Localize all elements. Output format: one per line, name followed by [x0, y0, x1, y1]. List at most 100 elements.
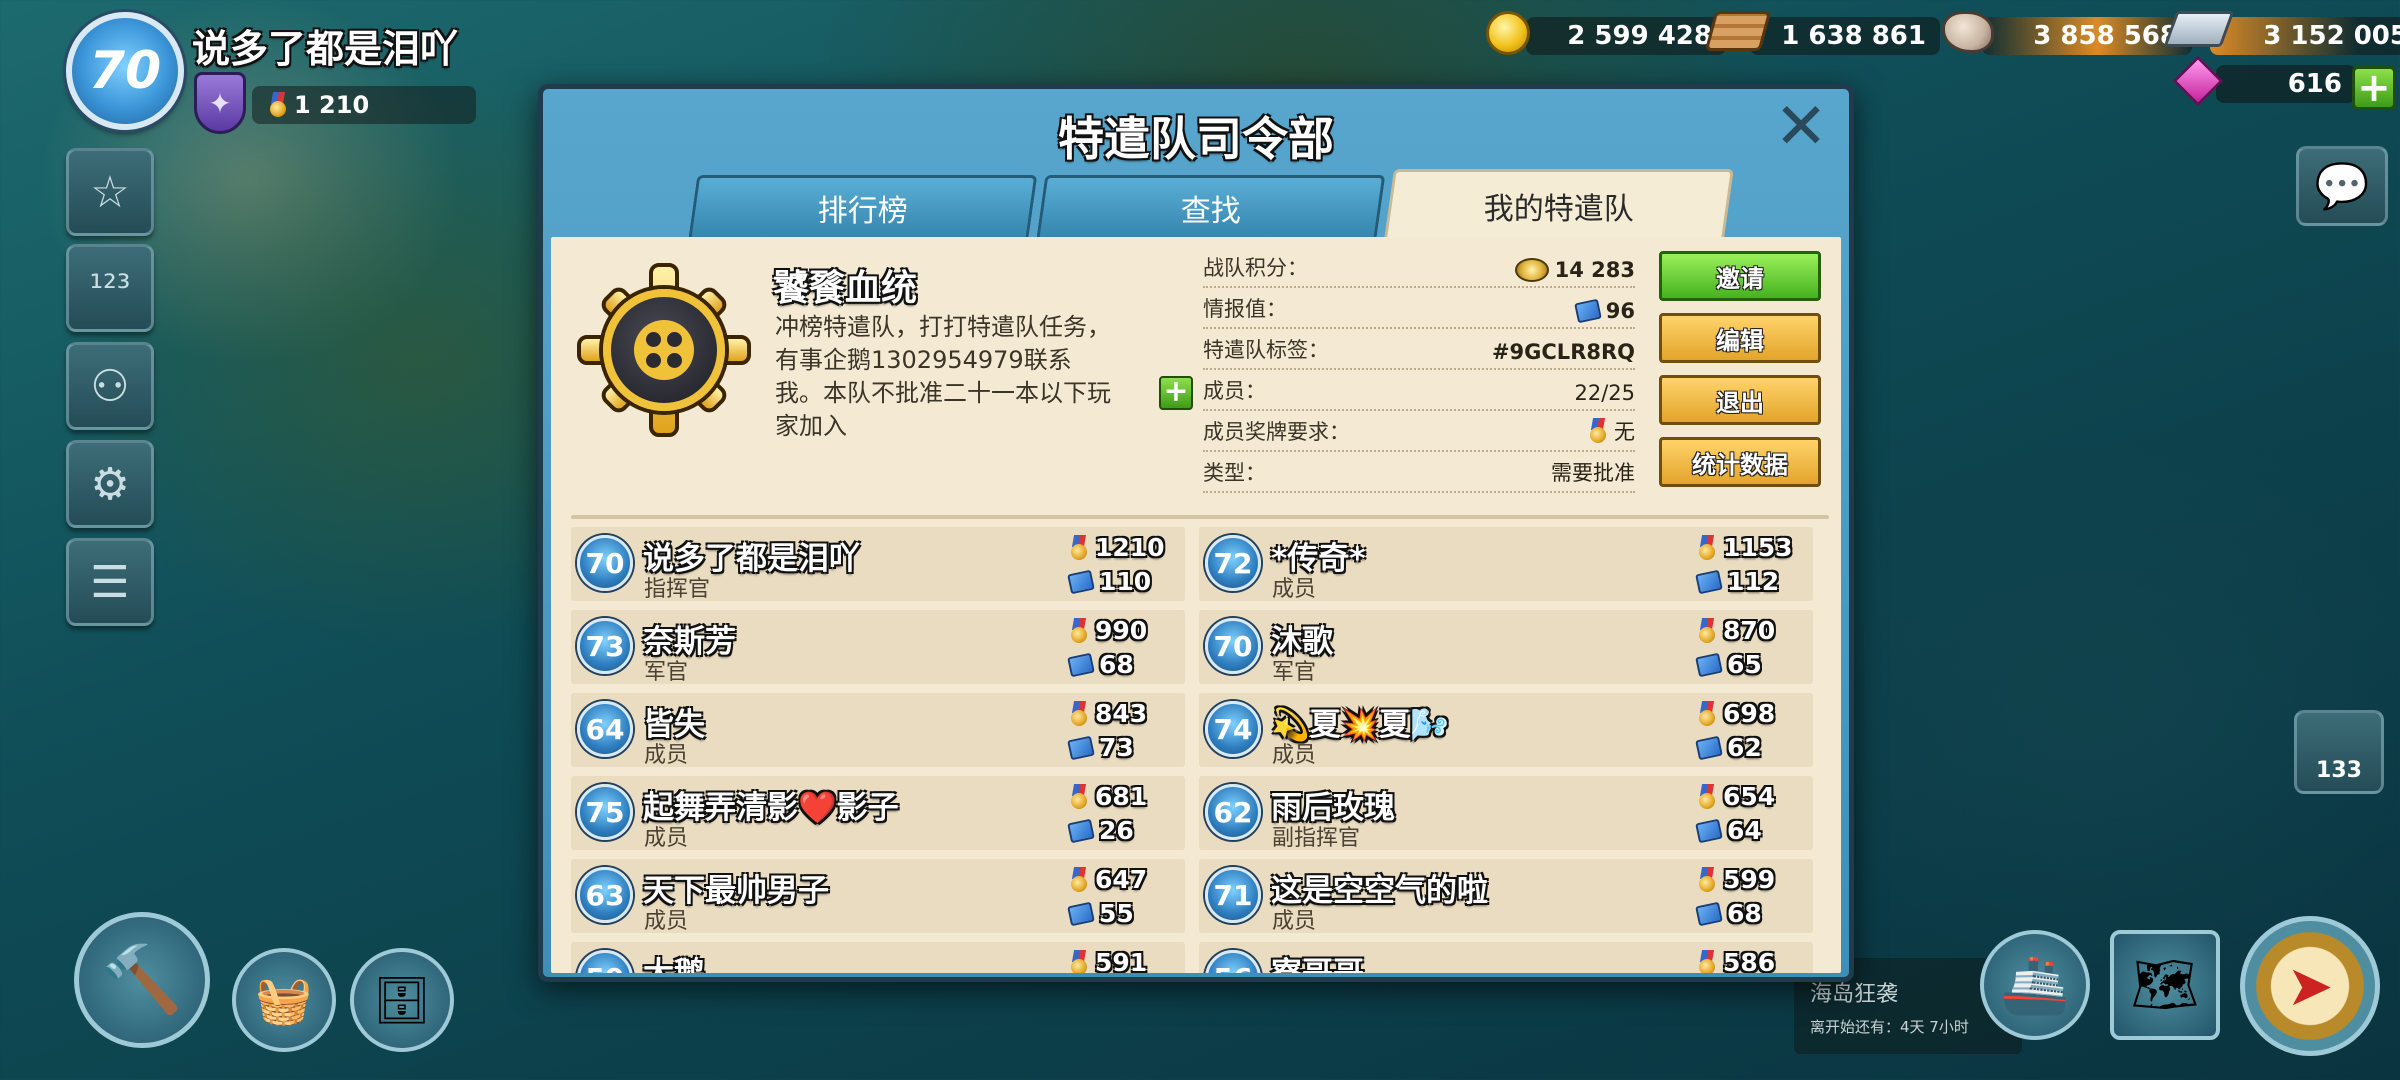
task-force-panel: 特遣队司令部 ✕ 排行榜 查找 我的特遣队 饕餮血统 冲榜特遣队，打打特遣队任务… [538, 84, 1854, 982]
crate-button[interactable]: 🧺 [232, 948, 336, 1052]
tab-leaderboard[interactable]: 排行榜 [688, 175, 1038, 237]
boat-button[interactable]: 🚢 [1980, 930, 2090, 1040]
map-button[interactable]: 🗺 [2110, 930, 2220, 1040]
member-row[interactable]: 64 皆失 成员 843 73 [571, 693, 1185, 768]
gold-coin-icon [1486, 11, 1544, 61]
member-row[interactable]: 74 💫夏💥夏🌬️ 成员 698 62 [1199, 693, 1813, 768]
vault-icon: 🗄 [372, 972, 432, 1027]
member-rank: 成员 [1272, 743, 1317, 768]
member-name: 大鹅 [643, 948, 705, 973]
member-rank: 成员 [1272, 577, 1317, 602]
intel-icon [1695, 818, 1723, 843]
edit-button[interactable]: 编辑 [1659, 313, 1821, 363]
member-row[interactable]: 72 *传奇* 成员 1153 112 [1199, 527, 1813, 602]
intel-icon [1695, 569, 1723, 594]
stat-label: 战队积分： [1203, 256, 1308, 280]
add-member-button[interactable]: + [1159, 376, 1193, 410]
stat-label: 情报值： [1203, 297, 1287, 321]
member-row[interactable]: 75 起舞弄清影❤️影子 成员 681 26 [571, 776, 1185, 851]
member-level: 62 [1205, 784, 1261, 840]
iron-resource: 3 152 005 [2163, 11, 2400, 61]
member-row[interactable]: 62 雨后玫瑰 副指挥官 654 64 [1199, 776, 1813, 851]
member-row[interactable]: 56 寮哥哥 586 [1199, 942, 1813, 973]
medal-icon [1069, 867, 1089, 893]
medal-icon [1069, 950, 1089, 973]
stat-type: 类型： 需要批准 [1203, 452, 1635, 493]
settings-button[interactable]: ⚙ [66, 440, 154, 528]
chat-button[interactable]: 💬 [2296, 146, 2388, 226]
member-level: 64 [577, 701, 633, 757]
tab-label: 查找 [1180, 193, 1241, 229]
tab-my-task-force[interactable]: 我的特遣队 [1384, 169, 1734, 239]
member-level: 70 [577, 535, 633, 591]
stat-value: 96 [1605, 299, 1635, 323]
vault-button[interactable]: 🗄 [350, 948, 454, 1052]
intel-icon [1573, 298, 1602, 324]
intel-icon [1695, 735, 1723, 760]
news-button[interactable]: ☰ [66, 538, 154, 626]
stat-value: 需要批准 [1551, 461, 1635, 485]
panel-tabs: 排行榜 查找 我的特遣队 [688, 169, 1753, 239]
member-list[interactable]: 70 说多了都是泪吖 指挥官 1210 110 72 *传奇* 成员 1153 … [571, 521, 1821, 973]
task-force-emblem [573, 259, 755, 441]
member-row[interactable]: 70 说多了都是泪吖 指挥官 1210 110 [571, 527, 1185, 602]
close-icon[interactable]: ✕ [1773, 95, 1829, 159]
member-row[interactable]: 73 奈斯芳 军官 990 68 [571, 610, 1185, 685]
team-description: 冲榜特遣队，打打特遣队任务，有事企鹅1302954979联系我。本队不批准二十一… [775, 313, 1111, 440]
troops-button[interactable]: 133 [2294, 710, 2384, 794]
team-name: 饕餮血统 [773, 268, 918, 309]
player-medals: 1 210 [252, 86, 476, 124]
diamond-value: 616 [2216, 65, 2356, 103]
stat-value: 22/25 [1574, 381, 1635, 405]
member-intel: 64 [1727, 816, 1762, 845]
member-medals: 647 [1095, 865, 1148, 894]
member-intel: 26 [1099, 816, 1134, 845]
task-force-shield-icon[interactable]: ✦ [194, 72, 246, 134]
medal-icon [1069, 535, 1089, 561]
task-force-button[interactable]: ⚇ [66, 342, 154, 430]
leaderboard-button[interactable]: ¹²³ [66, 244, 154, 332]
task-force-content: 饕餮血统 冲榜特遣队，打打特遣队任务，有事企鹅1302954979联系我。本队不… [551, 237, 1841, 973]
member-rank: 军官 [1272, 660, 1317, 685]
tab-search[interactable]: 查找 [1036, 175, 1386, 237]
gear-icon: ⚙ [90, 458, 130, 510]
medal-icon [1697, 535, 1717, 561]
medal-icon [1697, 701, 1717, 727]
diamond-resource: 616 [2173, 56, 2356, 106]
iron-icon [2163, 11, 2235, 61]
newspaper-icon: ☰ [90, 556, 130, 608]
invite-button[interactable]: 邀请 [1659, 251, 1821, 301]
player-medals-value: 1 210 [294, 91, 370, 119]
team-stats: 战队积分： 14 283 情报值： 96 特遣队标签： #9GCLR8RQ + … [1159, 247, 1635, 493]
tab-label: 排行榜 [817, 193, 908, 229]
member-row[interactable]: 63 天下最帅男子 成员 647 55 [571, 859, 1185, 934]
member-intel: 65 [1727, 650, 1762, 679]
member-row[interactable]: 71 这是空空气的啦 成员 599 68 [1199, 859, 1813, 934]
member-level: 73 [577, 618, 633, 674]
member-intel: 112 [1727, 567, 1780, 596]
leave-button[interactable]: 退出 [1659, 375, 1821, 425]
wood-value: 1 638 861 [1750, 17, 1940, 55]
member-rank: 成员 [644, 826, 689, 851]
member-medals: 586 [1723, 948, 1776, 973]
member-row[interactable]: 70 沐歌 军官 870 65 [1199, 610, 1813, 685]
member-row[interactable]: 59 大鹅 591 [571, 942, 1185, 973]
stat-value: #9GCLR8RQ [1491, 340, 1635, 364]
podium-icon: ¹²³ [89, 268, 131, 308]
wood-resource: 1 638 861 [1704, 11, 1940, 58]
build-button[interactable]: 🔨 [74, 912, 210, 1048]
hammer-icon: 🔨 [100, 941, 184, 1018]
compass-icon: ➤ [2286, 953, 2334, 1019]
stat-label: 特遣队标签： [1203, 338, 1329, 362]
compass-button[interactable]: ➤ [2240, 916, 2380, 1056]
trophy-icon [1514, 258, 1549, 282]
member-medals: 1210 [1095, 533, 1165, 562]
buy-diamonds-button[interactable]: + [2352, 66, 2396, 110]
medal-icon [1697, 950, 1717, 973]
event-countdown: 离开始还有：4天 7小时 [1810, 1018, 1969, 1036]
member-level: 56 [1205, 950, 1261, 973]
intel-icon [1067, 901, 1095, 926]
statistics-button[interactable]: 统计数据 [1659, 437, 1821, 487]
map-icon: 🗺 [2130, 953, 2200, 1016]
star-rank-button[interactable]: ☆ [66, 148, 154, 236]
